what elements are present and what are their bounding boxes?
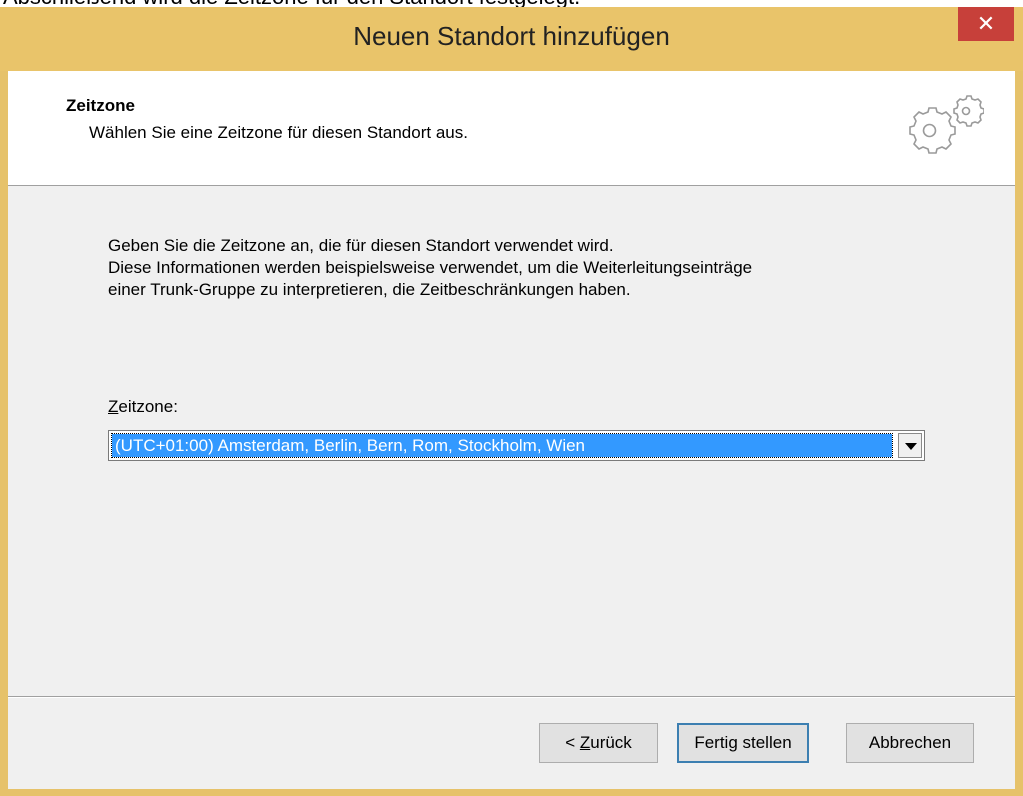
back-button-access-key: Z <box>579 733 591 752</box>
back-button-label: urück <box>590 733 632 752</box>
timezone-label-text: eitzone: <box>118 397 178 416</box>
footer-divider <box>8 696 1015 698</box>
description: Geben Sie die Zeitzone an, die für diese… <box>108 235 752 301</box>
description-line: Geben Sie die Zeitzone an, die für diese… <box>108 236 614 255</box>
description-line: Diese Informationen werden beispielsweis… <box>108 258 753 277</box>
close-button[interactable]: ✕ <box>958 7 1014 41</box>
page-title: Zeitzone <box>66 96 135 115</box>
finish-button[interactable]: Fertig stellen <box>677 723 809 763</box>
window-title: Neuen Standort hinzufügen <box>353 21 670 51</box>
timezone-selected-value[interactable]: (UTC+01:00) Amsterdam, Berlin, Bern, Rom… <box>111 433 893 458</box>
wizard-header: Zeitzone Wählen Sie eine Zeitzone für di… <box>8 71 1015 186</box>
timezone-select[interactable]: (UTC+01:00) Amsterdam, Berlin, Bern, Rom… <box>108 430 925 461</box>
dialog-client: Zeitzone Wählen Sie eine Zeitzone für di… <box>8 71 1015 789</box>
back-button-prefix: < <box>565 733 580 752</box>
description-line: einer Trunk-Gruppe zu interpretieren, di… <box>108 280 631 299</box>
cancel-button[interactable]: Abbrechen <box>846 723 974 763</box>
timezone-label: Zeitzone: <box>108 397 178 417</box>
back-button[interactable]: < Zurück <box>539 723 658 763</box>
page-subtitle: Wählen Sie eine Zeitzone für diesen Stan… <box>89 123 468 142</box>
chevron-down-icon[interactable] <box>898 433 922 458</box>
wizard-window: Neuen Standort hinzufügen ✕ Zeitzone Wäh… <box>0 7 1023 796</box>
close-icon: ✕ <box>976 11 996 36</box>
timezone-label-access-key: Z <box>108 397 119 416</box>
title-bar[interactable]: Neuen Standort hinzufügen ✕ <box>0 7 1023 71</box>
gears-icon <box>909 95 984 154</box>
